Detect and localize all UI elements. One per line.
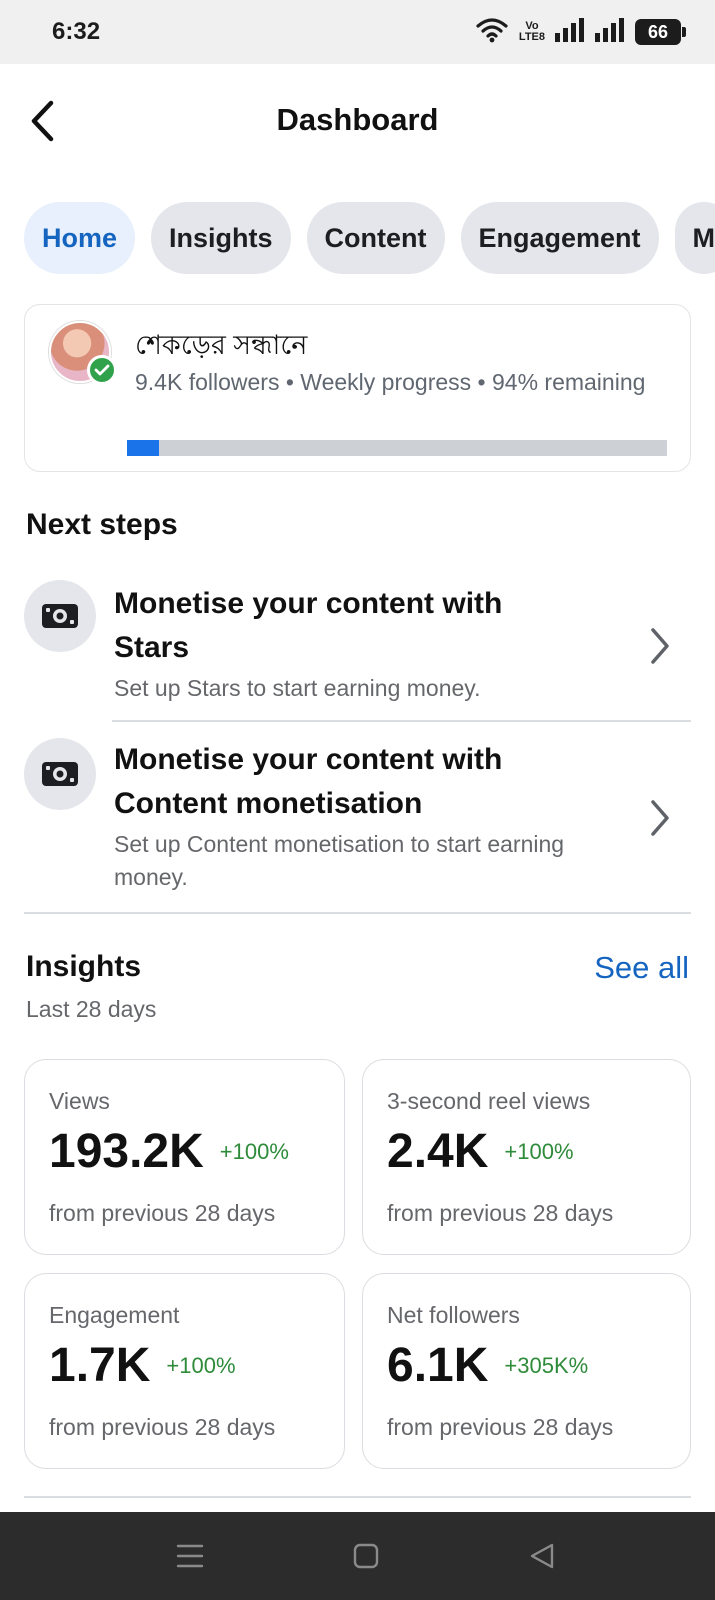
metric-change: +305K% [504,1352,589,1378]
status-icons: Vo LTE8 66 [475,16,686,48]
step-title: Monetise your content with Stars [114,587,503,664]
step-content-monetisation[interactable]: Monetise your content with Content monet… [24,738,691,898]
signal-icon-2 [595,17,625,47]
tab-bar: Home Insights Content Engagement M [24,202,715,274]
status-time: 6:32 [52,18,101,45]
header: Dashboard [0,64,715,174]
volte-bottom: LTE8 [518,31,545,43]
metric-footnote: from previous 28 days [387,1414,614,1440]
tab-engagement[interactable]: Engagement [460,202,659,274]
volte-indicator: Vo LTE8 [519,21,545,43]
insights-period: Last 28 days [26,996,157,1022]
home-square-icon[interactable] [346,1538,386,1574]
metric-value: 2.4K [387,1125,489,1178]
metric-label: 3-second reel views [387,1088,591,1114]
tab-content[interactable]: Content [306,202,445,274]
metric-value: 193.2K [49,1125,204,1178]
metric-card-engagement[interactable]: Engagement 1.7K +100% from previous 28 d… [24,1273,345,1469]
metric-row: 2.4K +100% [387,1124,574,1179]
metric-row: 6.1K +305K% [387,1338,588,1393]
chevron-right-icon [645,796,675,840]
metric-row: 193.2K +100% [49,1124,289,1179]
next-steps-title: Next steps [26,508,178,541]
insights-title: Insights [26,950,142,983]
metric-value: 6.1K [387,1339,489,1392]
metric-footnote: from previous 28 days [49,1414,276,1440]
divider [112,720,691,722]
tab-home[interactable]: Home [24,202,136,274]
page-title: Dashboard [276,102,439,137]
metric-value: 1.7K [49,1339,151,1392]
metric-label: Views [49,1088,110,1114]
metric-change: +100% [166,1352,236,1378]
profile-meta: 9.4K followers • Weekly progress • 94% r… [135,369,646,395]
metric-change: +100% [219,1138,289,1164]
metric-card-net-followers[interactable]: Net followers 6.1K +305K% from previous … [362,1273,691,1469]
status-bar: 6:32 Vo LTE8 66 [0,0,715,64]
progress-fill [127,440,160,456]
chevron-right-icon [645,624,675,668]
step-description: Set up Content monetisation to start ear… [114,831,565,890]
system-nav-bar [0,1512,715,1600]
step-stars[interactable]: Monetise your content with Stars Set up … [24,580,691,710]
profile-name: শেকড়ের সন্ধানে [135,330,308,360]
divider [24,1496,691,1498]
metric-row: 1.7K +100% [49,1338,236,1393]
metric-card-reel-views[interactable]: 3-second reel views 2.4K +100% from prev… [362,1059,691,1255]
tab-insights[interactable]: Insights [151,202,291,274]
menu-icon[interactable] [170,1538,210,1574]
signal-icon [555,17,585,47]
tab-more[interactable]: M [674,202,715,274]
metric-label: Net followers [387,1302,520,1328]
metric-label: Engagement [49,1302,180,1328]
step-description: Set up Stars to start earning money. [114,675,481,701]
money-icon [24,738,96,810]
metric-footnote: from previous 28 days [387,1200,614,1226]
metric-card-views[interactable]: Views 193.2K +100% from previous 28 days [24,1059,345,1255]
weekly-progress-bar [127,440,667,456]
back-triangle-icon[interactable] [522,1538,562,1574]
battery-icon: 66 [635,19,686,45]
metric-change: +100% [504,1138,574,1164]
profile-card[interactable]: শেকড়ের সন্ধানে 9.4K followers • Weekly … [24,304,691,472]
divider [24,912,691,914]
see-all-link[interactable]: See all [594,950,689,986]
metric-footnote: from previous 28 days [49,1200,276,1226]
step-title: Monetise your content with Content monet… [114,743,503,820]
money-icon [24,580,96,652]
verified-check-icon [87,355,117,385]
wifi-icon [475,17,509,48]
